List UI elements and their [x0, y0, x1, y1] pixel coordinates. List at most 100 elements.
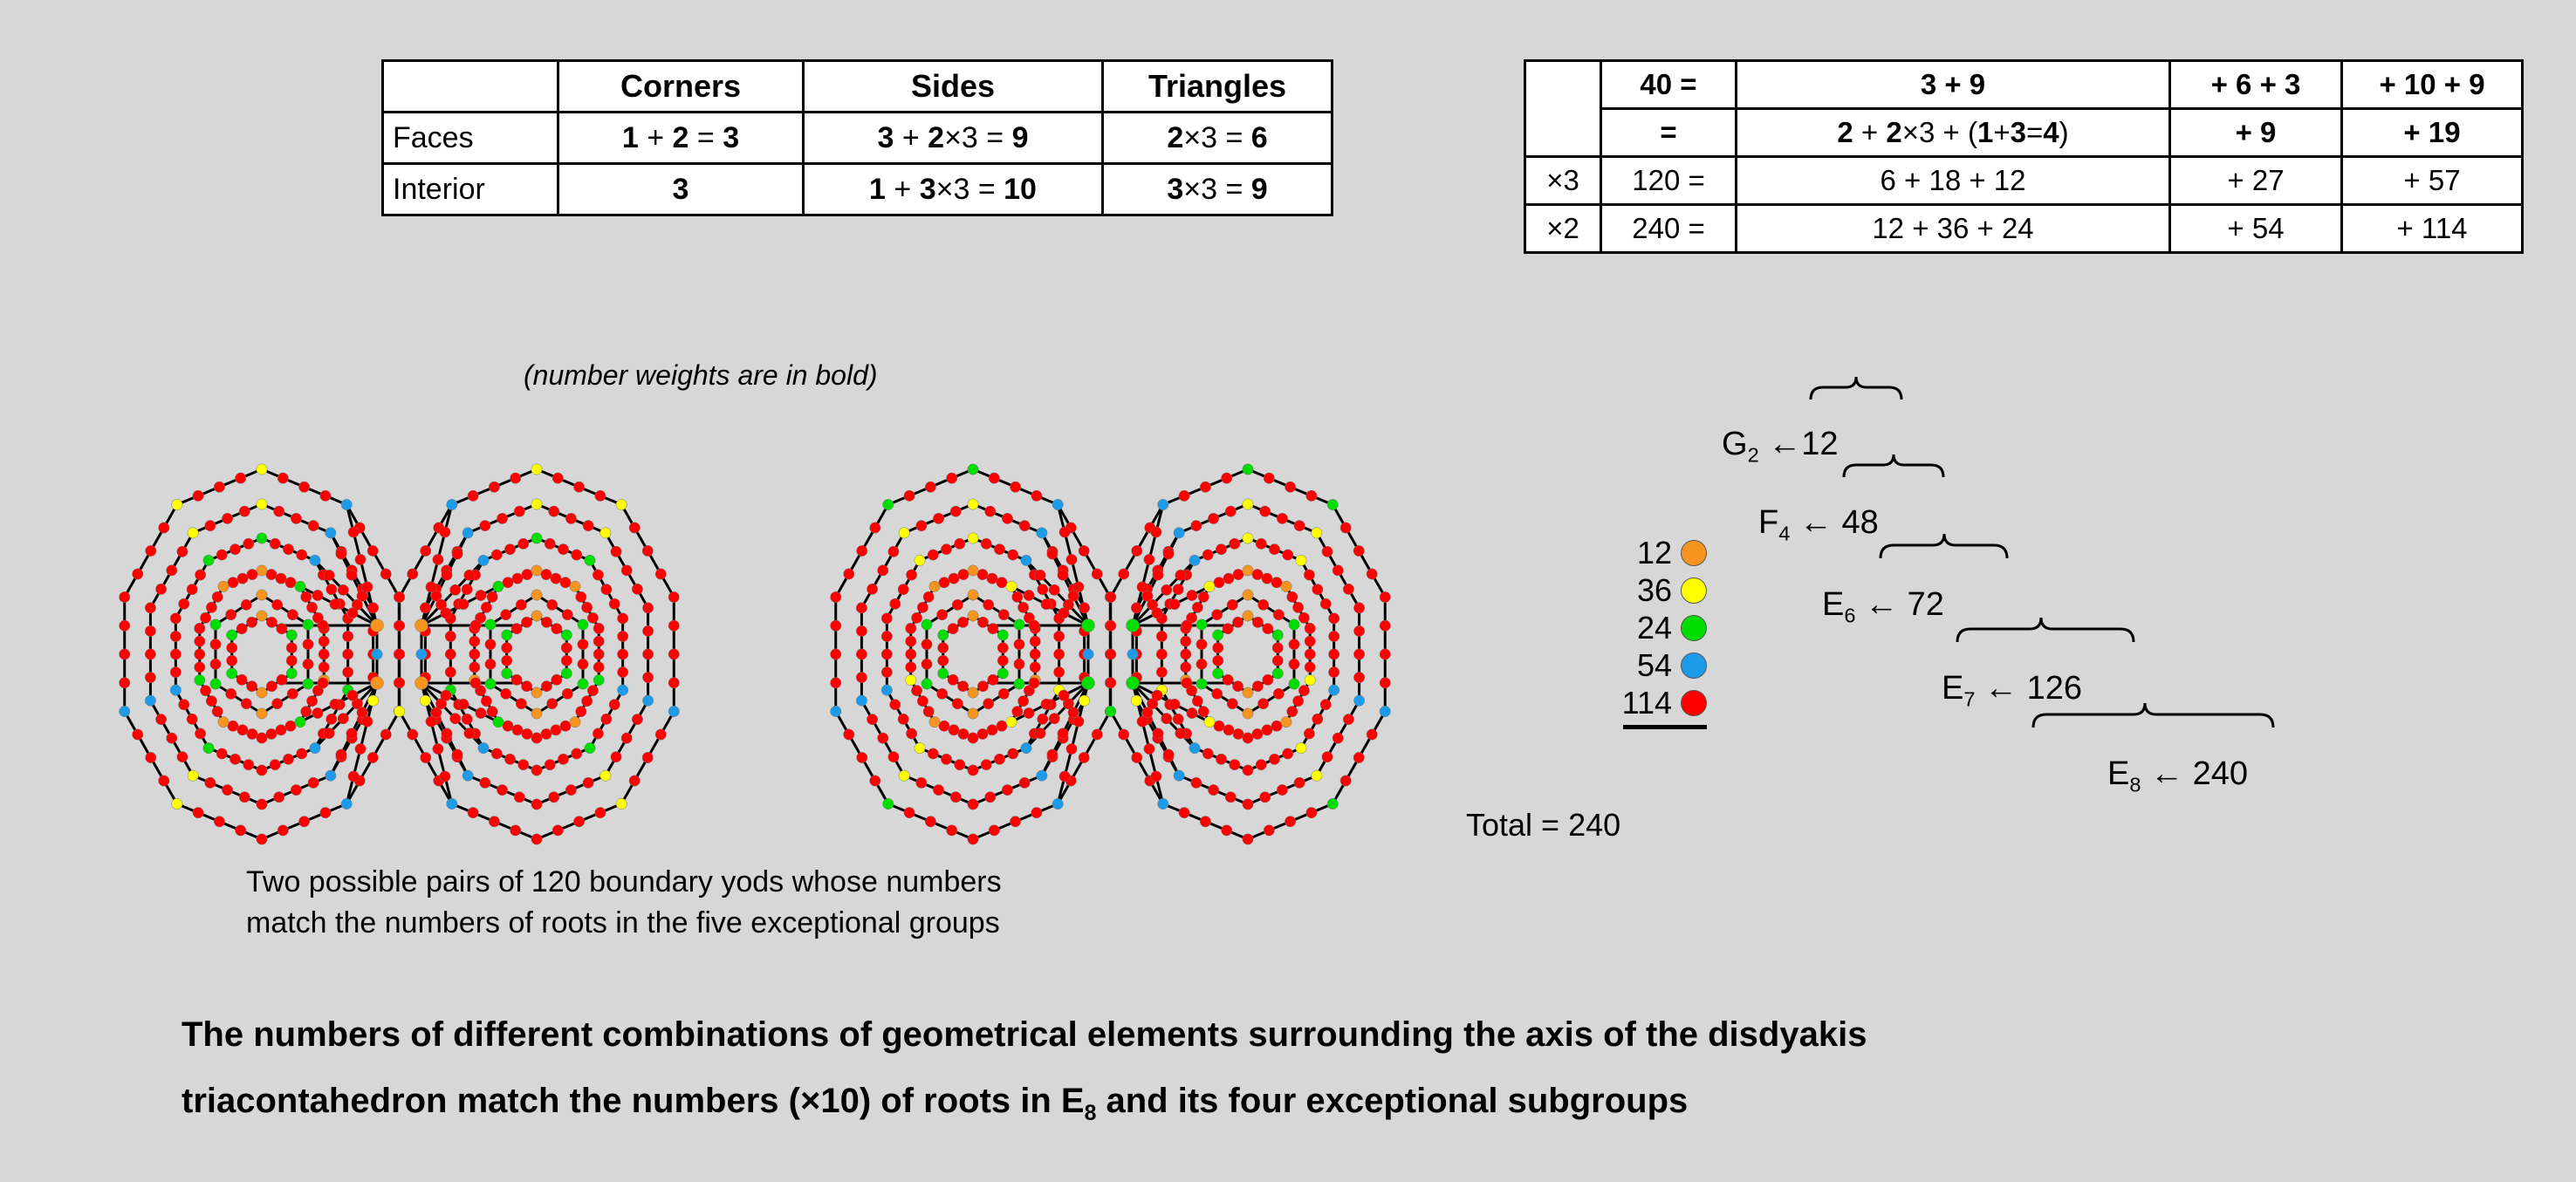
cell-multiplier-x3: ×3	[1524, 155, 1602, 206]
yod-dot	[521, 728, 533, 740]
yod-dot	[500, 687, 512, 700]
yod-dot	[166, 564, 178, 577]
yod-dot	[938, 720, 950, 732]
yod-dot	[984, 791, 997, 803]
yod-dot	[469, 619, 482, 632]
yod-dot	[318, 635, 330, 647]
yod-dot	[941, 753, 952, 765]
yod-dot	[582, 520, 594, 532]
yod-dot	[236, 572, 249, 584]
yod-dot	[1229, 537, 1241, 550]
legend-count: 114	[1621, 685, 1672, 721]
yod-dot	[880, 612, 893, 625]
yod-dot	[286, 609, 298, 621]
yod-dot	[988, 824, 1000, 837]
yod-dot	[169, 631, 182, 642]
yod-dot	[1058, 526, 1071, 538]
group-subscript: 6	[1844, 604, 1856, 627]
yod-dot	[325, 527, 337, 539]
yod-dot	[283, 753, 294, 765]
yod-dot	[1304, 635, 1316, 647]
yod-dot	[922, 706, 935, 718]
yod-dot	[467, 807, 479, 819]
yod-dot	[897, 584, 909, 596]
yod-dot	[1251, 728, 1264, 740]
yod-dot	[394, 677, 406, 689]
yod-dot	[941, 543, 952, 556]
yod-dot	[501, 642, 513, 654]
legend-dot-red	[1681, 690, 1707, 716]
yod-dot	[1305, 489, 1318, 502]
yod-dot	[1259, 791, 1271, 803]
yod-dot	[169, 666, 182, 679]
cell-r1-add2: + 19	[2340, 107, 2524, 158]
yod-dot	[1013, 618, 1025, 631]
yod-dot	[1216, 753, 1227, 765]
yod-dot	[1339, 775, 1352, 787]
yod-dot	[469, 648, 481, 660]
yod-dot	[1280, 580, 1292, 592]
yod-dot	[996, 577, 1008, 589]
yod-dot	[906, 569, 918, 581]
yod-dot	[1272, 687, 1285, 700]
yod-dot	[265, 569, 277, 581]
yod-dot	[1342, 583, 1354, 595]
yod-dot	[830, 648, 842, 660]
yod-dot	[1328, 684, 1340, 696]
yod-dot	[654, 728, 667, 741]
yod-dot	[600, 713, 613, 725]
yod-dot	[608, 699, 620, 711]
caption-main-subscript: 8	[1084, 1102, 1097, 1125]
cell-r2-add2: + 57	[2340, 155, 2524, 206]
yod-dot	[1282, 549, 1294, 561]
group-label-e6: E6 ← 72	[1822, 586, 1944, 628]
yod-dot	[347, 526, 360, 538]
yod-dot	[1379, 591, 1391, 603]
yod-dot	[957, 728, 969, 740]
yod-dot	[202, 554, 215, 566]
yod-dot	[898, 527, 910, 539]
yod-dot	[226, 642, 238, 654]
yod-dot	[921, 658, 933, 670]
yod-dot	[577, 618, 589, 631]
yod-dot	[1288, 639, 1300, 651]
yod-dot	[309, 554, 321, 566]
yod-dot	[1029, 635, 1041, 647]
yod-dot	[1189, 742, 1201, 755]
row-label-faces: Faces	[381, 111, 559, 165]
yod-dot	[132, 728, 144, 741]
yod-dot	[432, 554, 444, 565]
yod-dot	[195, 569, 207, 581]
yod-dot	[169, 684, 182, 696]
yod-dot	[581, 695, 593, 707]
yod-dot	[1251, 680, 1264, 693]
yod-dot	[265, 680, 277, 693]
yod-dot	[1157, 499, 1169, 510]
note-number-weights: (number weights are in bold)	[524, 359, 878, 391]
yod-dot	[205, 695, 217, 707]
yod-dot	[641, 752, 654, 763]
yod-dot	[927, 549, 939, 561]
yod-dot	[947, 623, 959, 635]
yod-dot	[1018, 520, 1031, 532]
yod-dot	[1304, 648, 1316, 660]
yod-dot	[921, 678, 933, 690]
yod-dot	[1202, 549, 1214, 561]
group-value: 126	[2026, 670, 2082, 707]
yod-dot	[882, 798, 894, 810]
yod-dot	[256, 732, 268, 744]
yod-dot	[440, 607, 452, 619]
yod-dot	[342, 648, 354, 660]
yod-dot	[484, 639, 497, 651]
yod-dot	[347, 770, 360, 782]
yod-dot	[1379, 648, 1391, 660]
yod-dot	[230, 543, 241, 556]
yod-dot	[1079, 602, 1091, 614]
yod-dot	[226, 629, 238, 641]
yod-dot	[515, 598, 527, 611]
yod-dot	[479, 520, 491, 532]
yod-dot	[1271, 720, 1283, 732]
yod-dot	[1151, 607, 1163, 619]
yod-dot	[531, 498, 543, 510]
yod-dot	[1186, 707, 1198, 719]
